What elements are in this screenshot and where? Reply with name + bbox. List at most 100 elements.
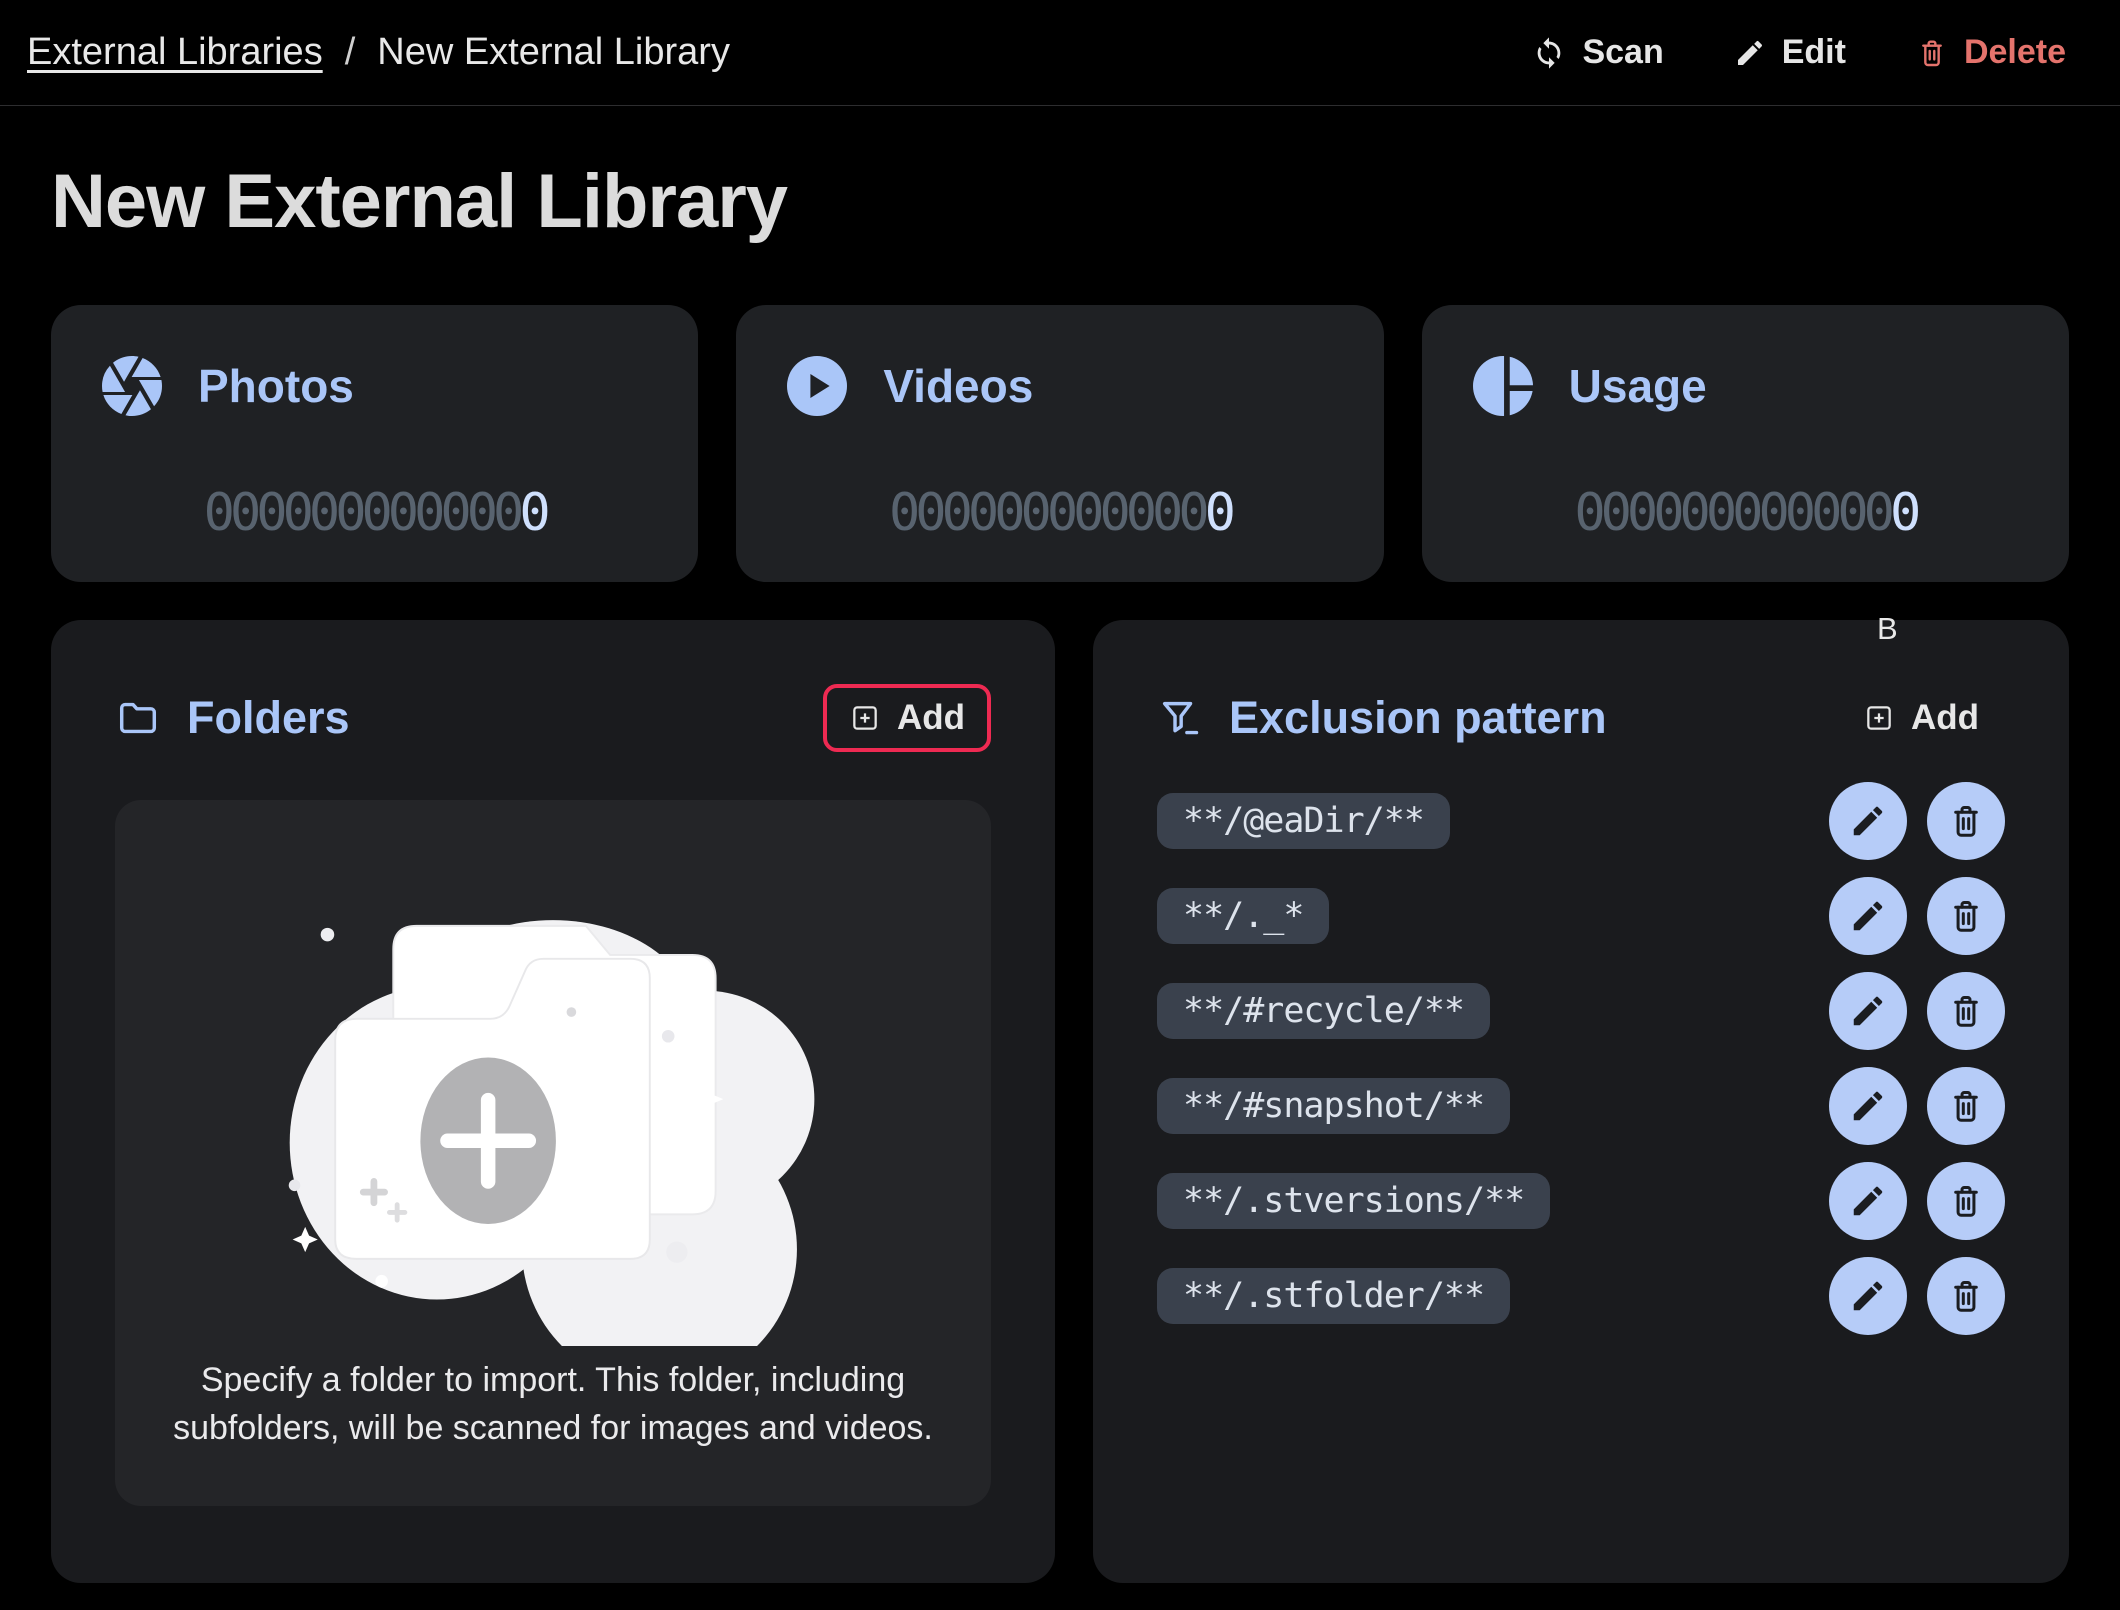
videos-stat-card: Videos 0000000000000 [736, 305, 1383, 582]
folder-icon [115, 695, 161, 741]
trash-icon [1947, 1277, 1985, 1315]
add-folder-button[interactable]: Add [823, 684, 991, 752]
videos-count-padding: 000000000000 [889, 483, 1205, 543]
exclusion-pattern-row: **/.stversions/** [1157, 1162, 2005, 1240]
usage-stat-label: Usage [1569, 359, 1707, 413]
delete-pattern-button[interactable] [1927, 972, 2005, 1050]
edit-pattern-button[interactable] [1829, 782, 1907, 860]
exclusion-pattern-panel: Exclusion pattern Add **/@eaDir/** [1093, 620, 2069, 1583]
videos-count-value: 0 [1205, 483, 1231, 543]
exclusion-pattern-chip: **/._* [1157, 888, 1329, 944]
photos-count: 0000000000000 [51, 483, 698, 543]
exclusion-pattern-chip: **/@eaDir/** [1157, 793, 1450, 849]
stats-row: Photos 0000000000000 Videos 000000000000… [51, 305, 2069, 582]
plus-square-icon [849, 702, 881, 734]
add-exclusion-pattern-button[interactable]: Add [1837, 684, 2005, 752]
folders-empty-caption: Specify a folder to import. This folder,… [173, 1356, 933, 1452]
pattern-row-actions [1829, 1162, 2005, 1240]
pencil-icon [1849, 992, 1887, 1030]
top-actions: Scan Edit Delete [1532, 33, 2066, 72]
exclusion-pattern-chip: **/#recycle/** [1157, 983, 1490, 1039]
videos-stat-label: Videos [883, 359, 1033, 413]
exclusion-pattern-text: **/.stversions/** [1183, 1181, 1524, 1221]
folders-empty-caption-line1: Specify a folder to import. This folder,… [173, 1356, 933, 1404]
trash-icon [1947, 1087, 1985, 1125]
pencil-icon [1849, 1277, 1887, 1315]
filter-minus-icon [1157, 695, 1203, 741]
exclusion-pattern-text: **/@eaDir/** [1183, 801, 1424, 841]
delete-pattern-button[interactable] [1927, 1257, 2005, 1335]
exclusion-pattern-row: **/#snapshot/** [1157, 1067, 2005, 1145]
pattern-row-actions [1829, 972, 2005, 1050]
plus-square-icon [1863, 702, 1895, 734]
breadcrumb-link-external-libraries[interactable]: External Libraries [27, 31, 323, 74]
exclusion-pattern-row: **/#recycle/** [1157, 972, 2005, 1050]
breadcrumb: External Libraries / New External Librar… [27, 31, 730, 74]
photos-count-padding: 000000000000 [204, 483, 520, 543]
exclusion-pattern-chip: **/#snapshot/** [1157, 1078, 1510, 1134]
pencil-icon [1849, 1087, 1887, 1125]
edit-pattern-button[interactable] [1829, 1257, 1907, 1335]
breadcrumb-separator: / [345, 31, 356, 74]
usage-stat-card: Usage 0000000000000 B [1422, 305, 2069, 582]
edit-button-label: Edit [1782, 33, 1846, 72]
delete-button[interactable]: Delete [1916, 33, 2066, 72]
aperture-icon [96, 350, 168, 422]
top-bar: External Libraries / New External Librar… [0, 0, 2120, 106]
edit-button[interactable]: Edit [1734, 33, 1846, 72]
pattern-row-actions [1829, 877, 2005, 955]
pencil-icon [1849, 897, 1887, 935]
exclusion-pattern-text: **/#recycle/** [1183, 991, 1464, 1031]
trash-icon [1947, 897, 1985, 935]
pencil-icon [1849, 1182, 1887, 1220]
videos-count: 0000000000000 [736, 483, 1383, 543]
usage-count-value: 0 [1890, 483, 1916, 543]
exclusion-pattern-row: **/.stfolder/** [1157, 1257, 2005, 1335]
play-circle-icon [781, 350, 853, 422]
exclusion-pattern-list: **/@eaDir/** [1157, 782, 2005, 1335]
folders-empty-state: Specify a folder to import. This folder,… [115, 800, 991, 1506]
exclusion-pattern-text: **/.stfolder/** [1183, 1276, 1484, 1316]
exclusion-panel-title: Exclusion pattern [1229, 692, 1607, 744]
delete-pattern-button[interactable] [1927, 1067, 2005, 1145]
photos-stat-label: Photos [198, 359, 354, 413]
usage-count: 0000000000000 B [1422, 483, 2069, 543]
edit-pattern-button[interactable] [1829, 877, 1907, 955]
external-library-page: External Libraries / New External Librar… [0, 0, 2120, 1610]
exclusion-pattern-text: **/._* [1183, 896, 1303, 936]
delete-pattern-button[interactable] [1927, 877, 2005, 955]
photos-stat-card: Photos 0000000000000 [51, 305, 698, 582]
pie-chart-icon [1467, 350, 1539, 422]
add-exclusion-pattern-label: Add [1911, 698, 1979, 738]
pattern-row-actions [1829, 1257, 2005, 1335]
usage-count-unit: B [1867, 611, 1907, 647]
trash-icon [1947, 992, 1985, 1030]
usage-count-padding: 000000000000 [1574, 483, 1890, 543]
delete-pattern-button[interactable] [1927, 782, 2005, 860]
panels-row: Folders Add [51, 620, 2069, 1583]
folders-panel-title: Folders [187, 692, 350, 744]
pattern-row-actions [1829, 782, 2005, 860]
exclusion-pattern-text: **/#snapshot/** [1183, 1086, 1484, 1126]
add-folder-button-label: Add [897, 698, 965, 738]
delete-button-label: Delete [1964, 33, 2066, 72]
folders-panel: Folders Add [51, 620, 1055, 1583]
exclusion-pattern-row: **/@eaDir/** [1157, 782, 2005, 860]
trash-icon [1916, 37, 1948, 69]
sync-icon [1532, 36, 1566, 70]
exclusion-pattern-chip: **/.stfolder/** [1157, 1268, 1510, 1324]
folders-empty-caption-line2: subfolders, will be scanned for images a… [173, 1404, 933, 1452]
trash-icon [1947, 1182, 1985, 1220]
edit-pattern-button[interactable] [1829, 1067, 1907, 1145]
exclusion-pattern-chip: **/.stversions/** [1157, 1173, 1550, 1229]
pencil-icon [1849, 802, 1887, 840]
pencil-icon [1734, 37, 1766, 69]
delete-pattern-button[interactable] [1927, 1162, 2005, 1240]
edit-pattern-button[interactable] [1829, 972, 1907, 1050]
folders-empty-illustration [243, 862, 863, 1346]
exclusion-pattern-row: **/._* [1157, 877, 2005, 955]
breadcrumb-current: New External Library [377, 31, 730, 74]
scan-button[interactable]: Scan [1532, 33, 1663, 72]
pattern-row-actions [1829, 1067, 2005, 1145]
edit-pattern-button[interactable] [1829, 1162, 1907, 1240]
